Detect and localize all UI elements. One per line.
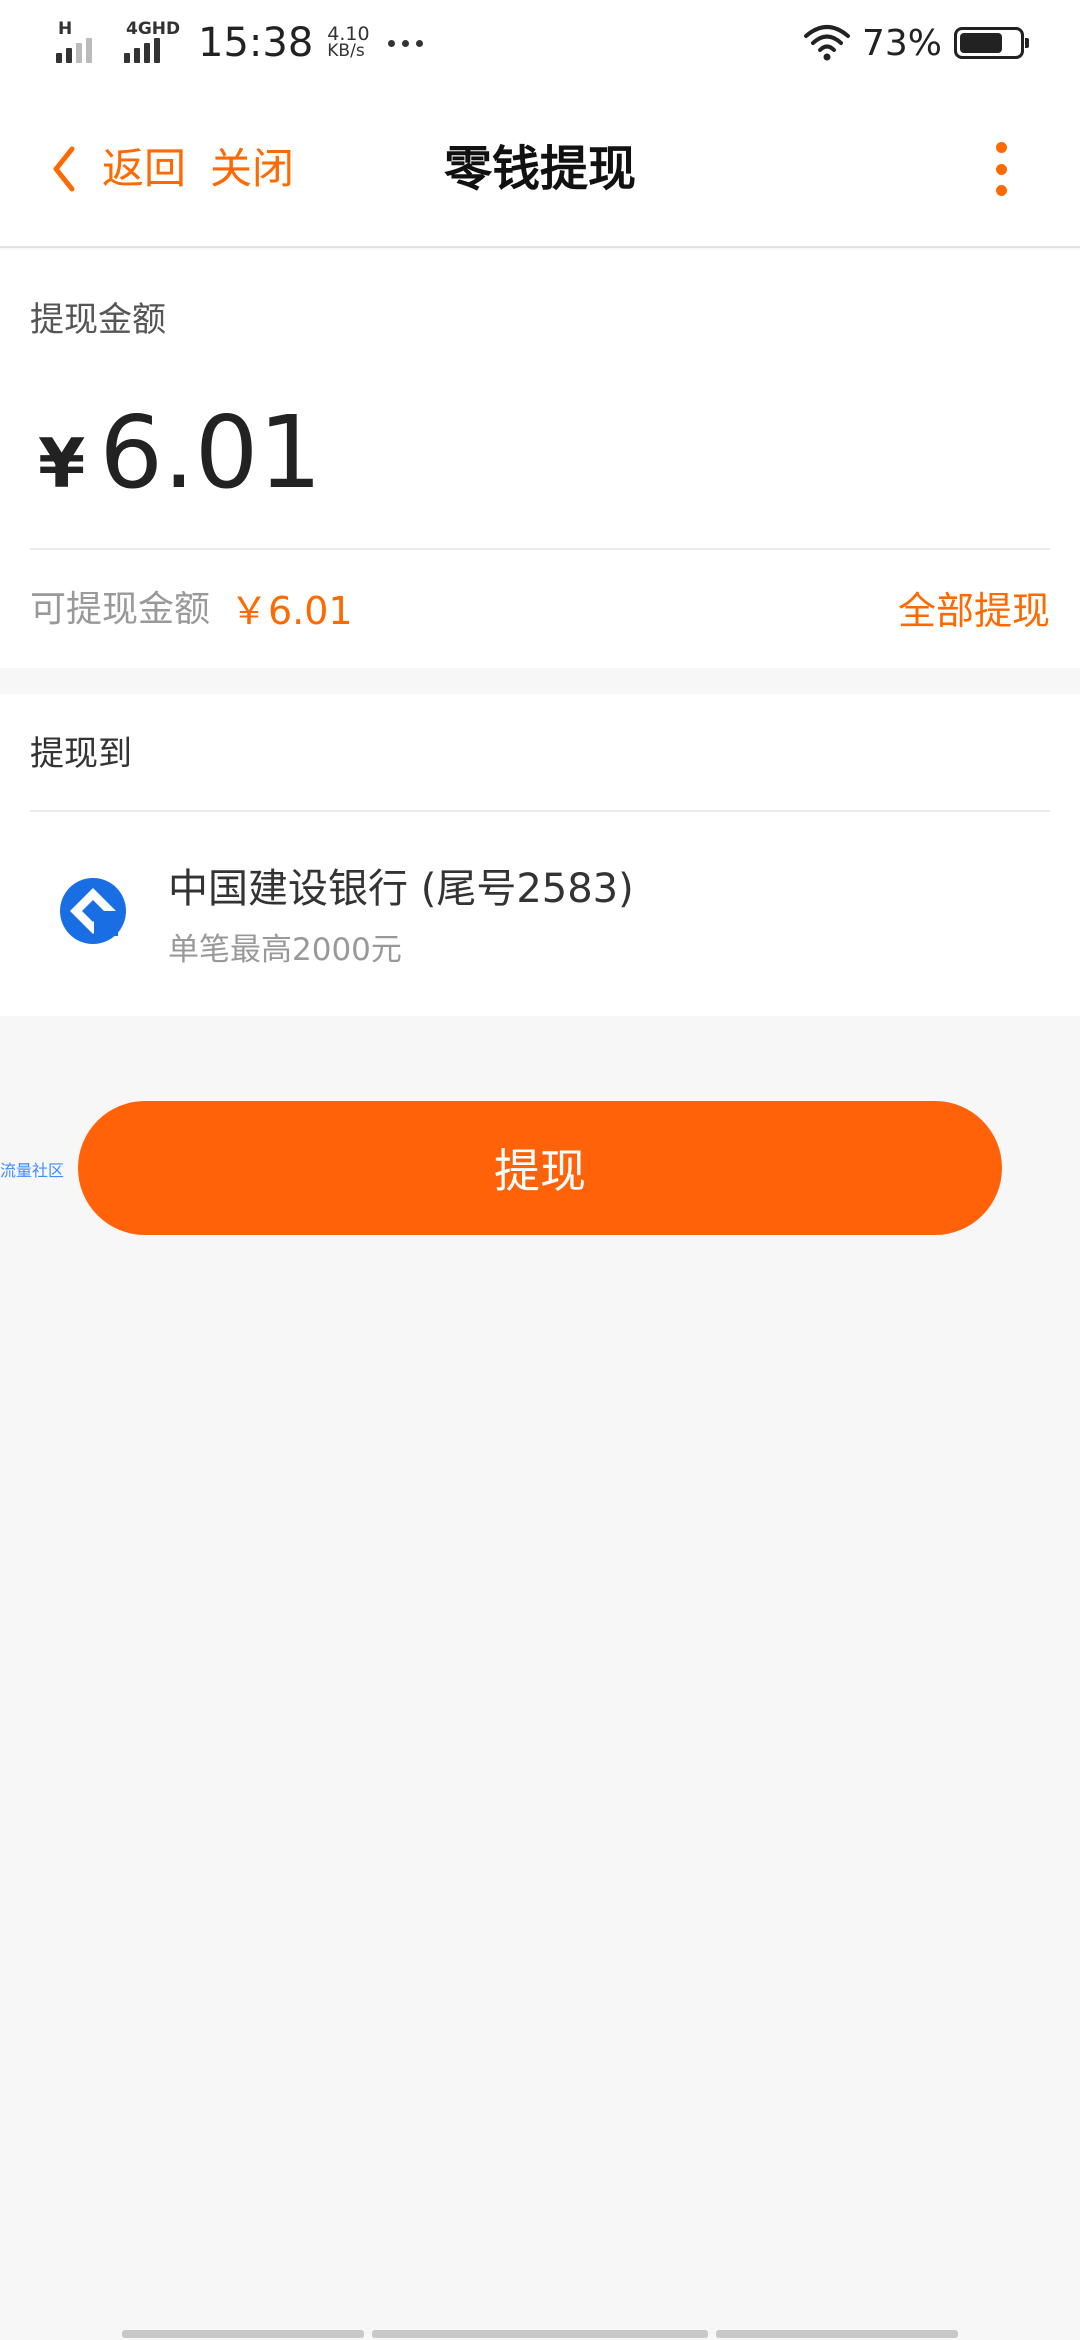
- nav-bar: 返回 关闭 零钱提现: [0, 86, 1080, 248]
- available-amount-label: 可提现金额: [30, 589, 211, 630]
- status-left: H 4GHD 15:38 4.10 KB/s: [56, 18, 423, 68]
- signal-4g-label: 4GHD: [126, 19, 181, 39]
- amount-label: 提现金额: [30, 300, 166, 340]
- available-amount-value: ￥6.01: [230, 589, 353, 633]
- app-root: H 4GHD 15:38 4.10 KB/s 73% 返回 关闭 零钱提现 提现…: [0, 0, 1080, 2340]
- side-community-label[interactable]: 流量社区: [0, 1157, 64, 1181]
- signal-4g-indicator: 4GHD: [124, 21, 180, 65]
- battery-icon: [954, 27, 1029, 59]
- signal-bars-icon: [56, 38, 92, 63]
- gesture-bar-left[interactable]: [122, 2330, 364, 2338]
- signal-h-indicator: H: [56, 21, 106, 65]
- battery-level-fill: [960, 33, 1003, 53]
- amount-input[interactable]: ¥ 6.01: [38, 398, 322, 508]
- battery-percent: 73%: [861, 22, 942, 64]
- network-speed: 4.10 KB/s: [327, 25, 369, 61]
- withdraw-all-button[interactable]: 全部提现: [898, 580, 1050, 635]
- clock: 15:38: [198, 20, 314, 66]
- bank-limit-text: 单笔最高2000元: [168, 932, 402, 968]
- divider: [30, 548, 1050, 550]
- status-right: 73%: [803, 18, 1029, 68]
- currency-symbol: ¥: [38, 425, 86, 504]
- more-options-icon[interactable]: [996, 142, 1008, 196]
- bank-name: 中国建设银行 (尾号2583): [168, 866, 634, 912]
- withdraw-button[interactable]: 提现: [78, 1101, 1002, 1235]
- bank-account-selector[interactable]: 中国建设银行 (尾号2583) 单笔最高2000元: [0, 812, 1080, 1016]
- destination-card: 提现到 中国建设银行 (尾号2583) 单笔最高2000元: [0, 694, 1080, 1016]
- amount-value: 6.01: [99, 394, 322, 511]
- more-notifications-icon: [387, 39, 423, 47]
- page-title: 零钱提现: [443, 141, 636, 197]
- signal-h-label: H: [58, 19, 73, 39]
- network-speed-unit: KB/s: [327, 41, 365, 61]
- gesture-bar-center[interactable]: [372, 2330, 708, 2338]
- amount-card: 提现金额 ¥ 6.01 可提现金额 ￥6.01 全部提现: [0, 250, 1080, 668]
- gesture-bar-right[interactable]: [716, 2330, 958, 2338]
- signal-bars-icon: [124, 38, 160, 63]
- status-bar: H 4GHD 15:38 4.10 KB/s 73%: [0, 0, 1080, 86]
- wifi-icon: [803, 25, 850, 61]
- ccb-bank-logo-icon: [60, 878, 126, 944]
- destination-label: 提现到: [30, 734, 132, 774]
